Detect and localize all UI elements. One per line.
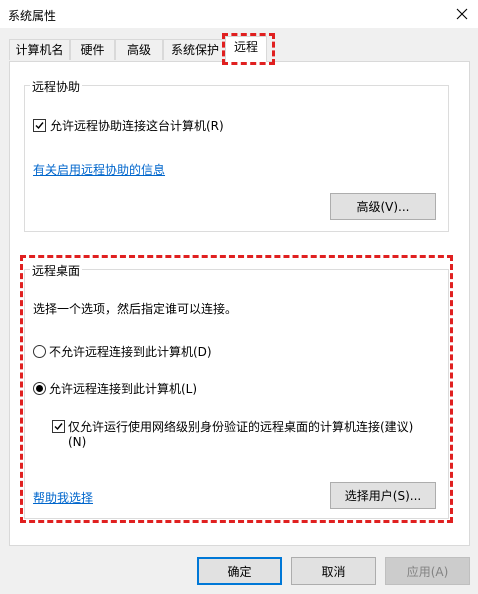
select-users-button[interactable]: 选择用户(S)... xyxy=(330,482,436,509)
disallow-remote-label[interactable]: 不允许远程连接到此计算机(D) xyxy=(49,343,212,360)
checkmark-icon xyxy=(54,423,63,431)
allow-remote-label[interactable]: 允许远程连接到此计算机(L) xyxy=(49,380,197,397)
tab-remote[interactable]: 远程 xyxy=(225,36,267,62)
cancel-button[interactable]: 取消 xyxy=(291,557,376,585)
apply-button[interactable]: 应用(A) xyxy=(385,557,470,585)
nla-only-checkbox[interactable] xyxy=(52,420,65,433)
close-icon xyxy=(456,8,468,20)
radio-selected-dot xyxy=(36,385,43,392)
close-button[interactable] xyxy=(446,0,478,28)
help-me-choose-link[interactable]: 帮助我选择 xyxy=(33,489,93,506)
nla-only-label-line1[interactable]: 仅允许运行使用网络级别身份验证的远程桌面的计算机连接(建议) xyxy=(68,418,413,435)
allow-remote-assistance-label[interactable]: 允许远程协助连接这台计算机(R) xyxy=(50,117,224,134)
remote-assistance-group-label: 远程协助 xyxy=(30,78,83,95)
remote-desktop-instruction: 选择一个选项，然后指定谁可以连接。 xyxy=(33,302,238,316)
ok-button[interactable]: 确定 xyxy=(197,557,282,585)
nla-only-label-line2[interactable]: (N) xyxy=(68,435,86,449)
tab-system-protection[interactable]: 系统保护 xyxy=(163,39,227,60)
allow-remote-radio[interactable] xyxy=(33,382,46,395)
tab-hardware[interactable]: 硬件 xyxy=(70,39,115,60)
advanced-button[interactable]: 高级(V)... xyxy=(330,193,436,220)
tab-advanced[interactable]: 高级 xyxy=(115,39,163,60)
remote-assistance-info-link[interactable]: 有关启用远程协助的信息 xyxy=(33,161,165,178)
tab-computer-name[interactable]: 计算机名 xyxy=(9,39,70,60)
checkmark-icon xyxy=(35,122,44,130)
window-title: 系统属性 xyxy=(8,9,57,23)
allow-remote-assistance-checkbox[interactable] xyxy=(33,119,46,132)
disallow-remote-radio[interactable] xyxy=(33,345,46,358)
title-bar: 系统属性 xyxy=(0,0,478,28)
remote-desktop-group-label: 远程桌面 xyxy=(30,262,83,279)
